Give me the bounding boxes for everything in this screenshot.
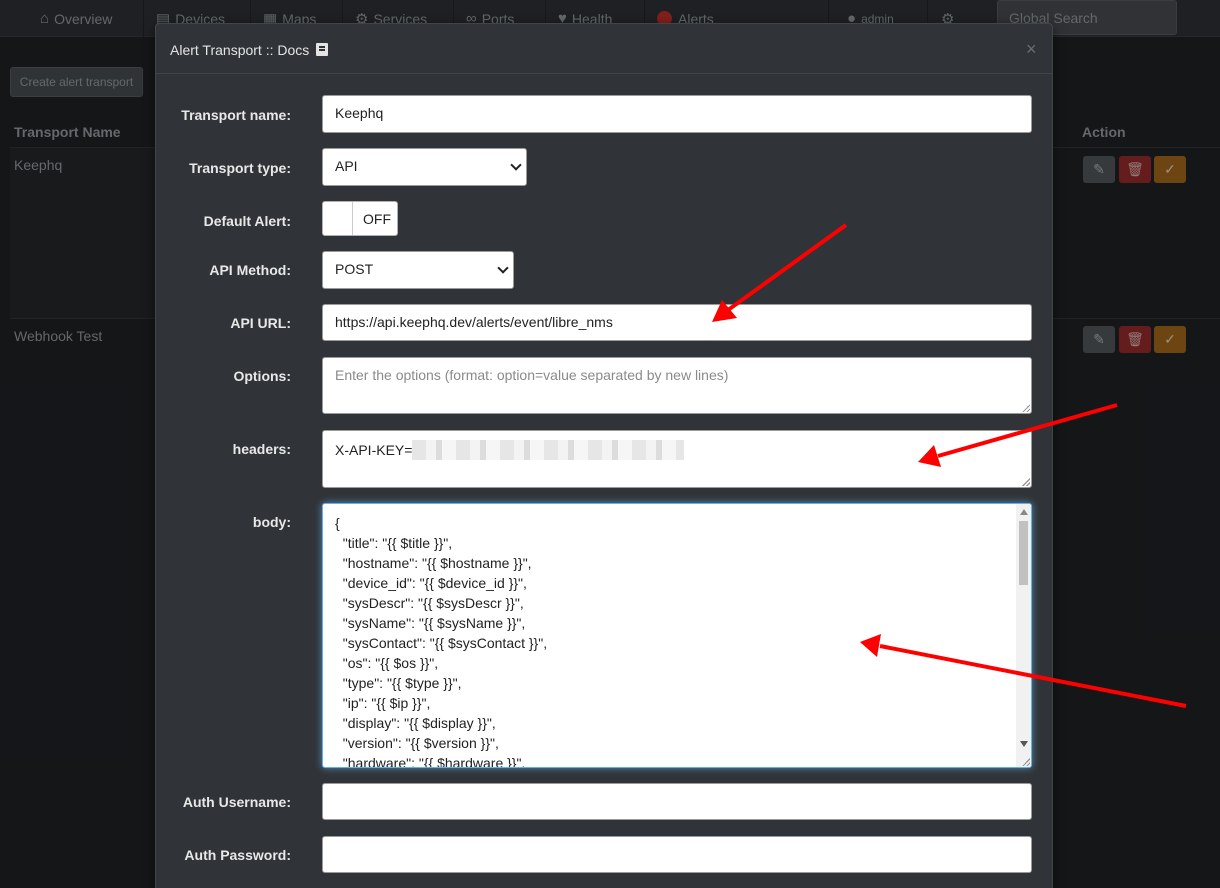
body-textarea[interactable]: { "title": "{{ $title }}", "hostname": "…	[322, 503, 1032, 768]
resize-handle[interactable]	[1022, 404, 1030, 412]
options-textarea[interactable]: Enter the options (format: option=value …	[322, 357, 1032, 414]
transport-type-label: Transport type:	[189, 160, 291, 176]
api-method-select[interactable]: POST	[322, 251, 514, 289]
alert-transport-modal: Alert Transport :: Docs × Transport name…	[155, 23, 1053, 888]
toggle-state: OFF	[363, 211, 391, 227]
body-line: "device_id": "{{ $device_id }}",	[335, 575, 527, 591]
headers-textarea[interactable]: X-API-KEY=	[322, 430, 1032, 488]
body-line: "title": "{{ $title }}",	[335, 535, 453, 551]
auth-password-label: Auth Password:	[184, 847, 291, 863]
auth-password-input[interactable]	[322, 836, 1032, 873]
body-line: "os": "{{ $os }}",	[335, 655, 439, 671]
redacted-value	[412, 440, 685, 460]
body-line: "display": "{{ $display }}",	[335, 715, 496, 731]
transport-name-input[interactable]: Keephq	[322, 95, 1032, 133]
book-icon[interactable]	[316, 43, 329, 56]
default-alert-label: Default Alert:	[203, 213, 291, 229]
body-line: "type": "{{ $type }}",	[335, 675, 462, 691]
body-line: "ip": "{{ $ip }}",	[335, 695, 431, 711]
scroll-up-arrow-icon[interactable]	[1020, 509, 1028, 515]
options-label: Options:	[233, 368, 291, 384]
body-line: "version": "{{ $version }}",	[335, 735, 499, 751]
options-placeholder: Enter the options (format: option=value …	[335, 367, 729, 383]
api-url-label: API URL:	[230, 315, 291, 331]
body-line: "hostname": "{{ $hostname }}",	[335, 555, 532, 571]
body-line: "sysDescr": "{{ $sysDescr }}",	[335, 595, 524, 611]
resize-handle[interactable]	[1022, 478, 1030, 486]
headers-label: headers:	[232, 441, 291, 457]
scroll-down-arrow-icon[interactable]	[1020, 741, 1028, 747]
modal-header: Alert Transport :: Docs ×	[156, 24, 1052, 74]
resize-handle[interactable]	[1022, 758, 1030, 766]
chevron-down-icon	[497, 262, 509, 274]
scrollbar-thumb[interactable]	[1019, 521, 1028, 585]
modal-title: Alert Transport :: Docs	[170, 42, 329, 58]
body-line: "sysName": "{{ $sysName }}",	[335, 615, 526, 631]
api-method-label: API Method:	[209, 262, 291, 278]
default-alert-toggle[interactable]: OFF	[322, 201, 398, 236]
chevron-down-icon	[510, 159, 522, 171]
transport-type-value: API	[335, 158, 358, 174]
api-method-value: POST	[335, 261, 374, 277]
api-url-input[interactable]: https://api.keephq.dev/alerts/event/libr…	[322, 304, 1032, 341]
body-label: body:	[252, 514, 291, 530]
headers-value: X-API-KEY=	[335, 442, 413, 458]
body-line: "sysContact": "{{ $sysContact }}",	[335, 635, 548, 651]
toggle-knob	[323, 202, 353, 235]
body-line: {	[335, 515, 340, 531]
auth-username-label: Auth Username:	[182, 794, 291, 810]
body-line: "hardware": "{{ $hardware }}",	[335, 755, 526, 768]
auth-username-input[interactable]	[322, 783, 1032, 820]
body-scrollbar[interactable]	[1016, 504, 1031, 767]
transport-type-select[interactable]: API	[322, 148, 527, 186]
close-button[interactable]: ×	[1026, 39, 1037, 60]
transport-name-label: Transport name:	[181, 107, 291, 123]
modal-title-text: Alert Transport :: Docs	[170, 42, 310, 58]
